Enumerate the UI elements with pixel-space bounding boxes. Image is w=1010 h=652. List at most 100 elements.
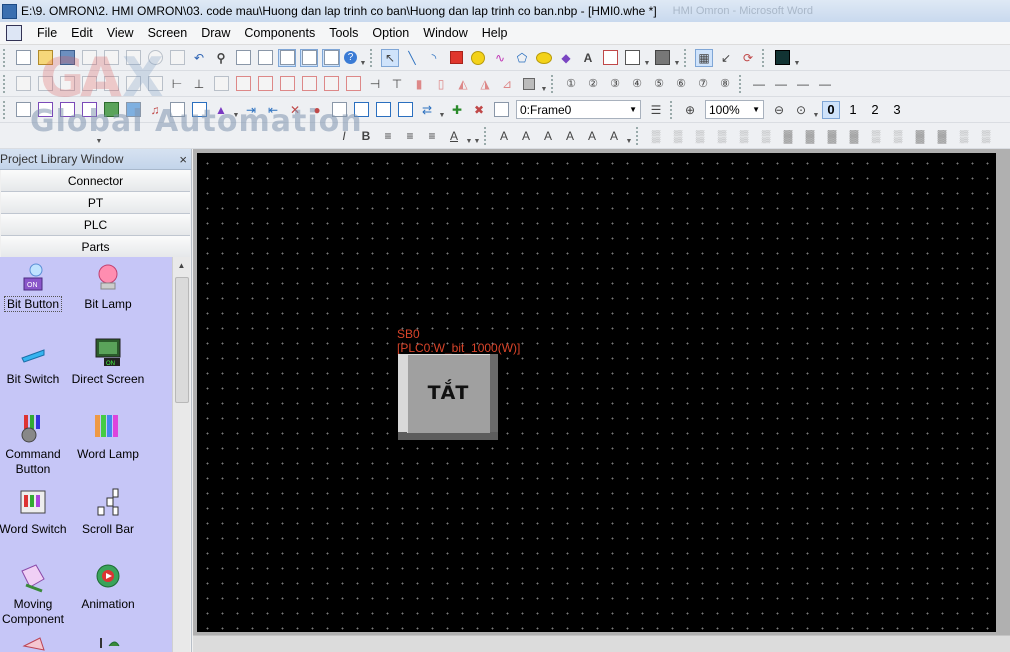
category-parts[interactable]: Parts <box>1 236 190 258</box>
toolbar-grip[interactable] <box>762 48 768 67</box>
mirror-icon[interactable]: ⊿ <box>498 75 516 93</box>
part-scroll-bar[interactable]: Scroll Bar <box>68 486 148 537</box>
line-width-3-icon[interactable]: — <box>794 75 812 93</box>
canvas-hscrollbar[interactable] <box>193 635 1010 652</box>
document-icon[interactable] <box>168 101 186 119</box>
rotate-left-icon[interactable]: ◭ <box>454 75 472 93</box>
part-bit-button[interactable]: ON Bit Button <box>0 261 73 312</box>
redo-icon[interactable] <box>168 49 186 67</box>
table-icon[interactable] <box>374 101 392 119</box>
simulation-icon[interactable] <box>773 49 791 67</box>
word-parts-icon[interactable] <box>58 101 76 119</box>
circle-4-icon[interactable]: ④ <box>628 75 646 93</box>
text-style-2-icon[interactable]: A <box>517 127 535 145</box>
pattern-3-icon[interactable]: ▒ <box>691 127 709 145</box>
close-icon[interactable]: × <box>179 152 187 167</box>
center-icon[interactable] <box>212 75 230 93</box>
italic-icon[interactable]: I <box>335 127 353 145</box>
toolbar-grip[interactable] <box>670 100 676 119</box>
toolbar-grip[interactable] <box>636 126 642 145</box>
toolbar-grip[interactable] <box>3 74 9 93</box>
toolbar-grip[interactable] <box>370 48 376 67</box>
align-left-icon[interactable] <box>14 75 32 93</box>
font-color-dropdown[interactable]: ▼ <box>465 127 473 145</box>
save-icon[interactable] <box>58 49 76 67</box>
flip-h-icon[interactable]: ▮ <box>410 75 428 93</box>
pattern-6-icon[interactable]: ▒ <box>757 127 775 145</box>
pattern-7-icon[interactable]: ▓ <box>779 127 797 145</box>
fill-tool-icon[interactable]: ◆ <box>557 49 575 67</box>
circle-3-icon[interactable]: ③ <box>606 75 624 93</box>
toolbar-dropdown-arrow[interactable]: ▼ <box>438 101 446 119</box>
part-word-lamp[interactable]: Word Lamp <box>68 411 148 462</box>
toolbar-grip[interactable] <box>3 100 9 119</box>
screen-icon[interactable] <box>14 101 32 119</box>
toolbar-grip[interactable] <box>551 74 557 93</box>
frame-icon[interactable]: ⇄ <box>418 101 436 119</box>
toolbar-grip[interactable] <box>739 74 745 93</box>
category-pt[interactable]: PT <box>1 192 190 214</box>
layer-2[interactable]: 2 <box>866 101 884 119</box>
grid-icon[interactable]: ▦ <box>695 48 713 67</box>
open-folder-icon[interactable] <box>36 49 54 67</box>
document-icon[interactable] <box>6 25 22 41</box>
pattern-11-icon[interactable]: ▒ <box>867 127 885 145</box>
polyline-tool-icon[interactable]: ∿ <box>491 49 509 67</box>
pattern-9-icon[interactable]: ▓ <box>823 127 841 145</box>
pattern-15-icon[interactable]: ▒ <box>955 127 973 145</box>
toolbar-dropdown-arrow[interactable]: ▼ <box>232 101 240 119</box>
frame-props-icon[interactable]: ☰ <box>647 101 665 119</box>
help-icon[interactable]: ? <box>344 51 357 64</box>
add-screen-icon[interactable]: ● <box>308 101 326 119</box>
layer-0[interactable]: 0 <box>822 100 840 119</box>
pointer-tool-icon[interactable]: ↖ <box>381 48 399 67</box>
fill-color-dropdown[interactable]: ▼ <box>673 49 681 67</box>
part-animation[interactable]: Animation <box>68 561 148 612</box>
pattern-1-icon[interactable]: ▒ <box>647 127 665 145</box>
delete-row-icon[interactable]: ✕ <box>286 101 304 119</box>
snap-icon[interactable]: ↙ <box>717 49 735 67</box>
find-icon[interactable]: ⚲ <box>212 49 230 67</box>
same-height-icon[interactable]: ⊤ <box>388 75 406 93</box>
color-icon[interactable]: ▲ <box>212 101 230 119</box>
bit-parts-icon[interactable] <box>36 101 54 119</box>
lock-icon[interactable] <box>520 75 538 93</box>
text-tool-icon[interactable]: A <box>579 49 597 67</box>
menu-help[interactable]: Help <box>475 26 515 40</box>
layer-3[interactable]: 3 <box>888 101 906 119</box>
rectangle-tool-icon[interactable] <box>447 49 465 67</box>
text-style-6-icon[interactable]: A <box>605 127 623 145</box>
font-color-icon[interactable]: A <box>445 127 463 145</box>
align-middle-icon[interactable] <box>102 75 120 93</box>
text-align-right-icon[interactable]: ≡ <box>423 127 441 145</box>
text-style-5-icon[interactable]: A <box>583 127 601 145</box>
circle-7-icon[interactable]: ⑦ <box>694 75 712 93</box>
frame-select[interactable]: 0:Frame0 ▼ <box>516 100 641 119</box>
ungroup-icon[interactable] <box>344 75 362 93</box>
paste-icon[interactable] <box>124 49 142 67</box>
select-all-icon[interactable] <box>322 48 340 67</box>
screen-canvas[interactable]: SB0 [PLC0:W_bit_1000(W)] TẮT <box>197 153 996 632</box>
scroll-thumb[interactable] <box>175 277 189 403</box>
delete-icon[interactable] <box>146 49 164 67</box>
menu-edit[interactable]: Edit <box>64 26 100 40</box>
align-top-icon[interactable] <box>80 75 98 93</box>
text-style-1-icon[interactable]: A <box>495 127 513 145</box>
text-align-center-icon[interactable]: ≡ <box>401 127 419 145</box>
menu-tools[interactable]: Tools <box>322 26 365 40</box>
zoom-select[interactable]: 100% ▼ <box>705 100 764 119</box>
backward-icon[interactable] <box>300 75 318 93</box>
numeral-icon[interactable] <box>80 101 98 119</box>
undo-icon[interactable]: ↶ <box>190 49 208 67</box>
send-back-icon[interactable] <box>256 75 274 93</box>
pattern-14-icon[interactable]: ▓ <box>933 127 951 145</box>
part-command-button[interactable]: Command Button <box>0 411 73 477</box>
group-icon[interactable] <box>322 75 340 93</box>
same-width-icon[interactable]: ⊣ <box>366 75 384 93</box>
toolbar-dropdown-arrow[interactable]: ▼ <box>625 127 633 145</box>
screen-list-icon[interactable] <box>330 101 348 119</box>
bring-front-icon[interactable] <box>234 75 252 93</box>
category-connector[interactable]: Connector <box>1 170 190 192</box>
toolbar-grip[interactable] <box>484 126 490 145</box>
new-file-icon[interactable] <box>14 49 32 67</box>
